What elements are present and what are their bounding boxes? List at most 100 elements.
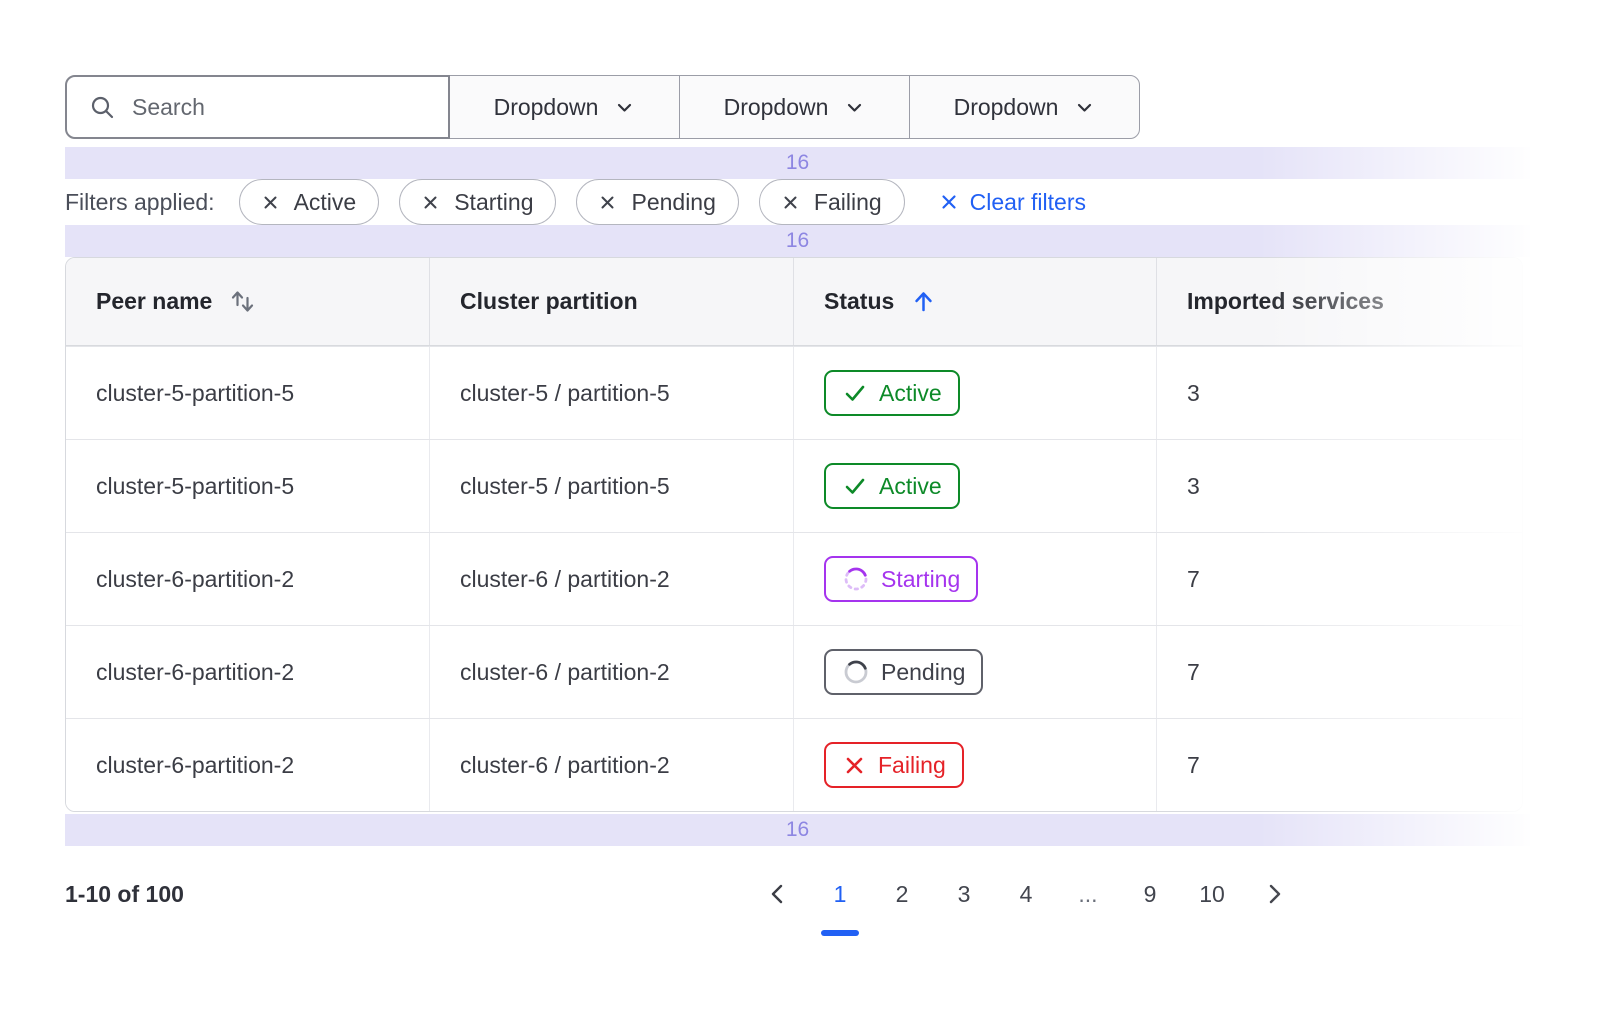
dropdown-label: Dropdown bbox=[954, 94, 1059, 121]
check-icon bbox=[842, 473, 868, 499]
column-header-peer-name[interactable]: Peer name bbox=[66, 258, 429, 345]
pagination-summary: 1-10 of 100 bbox=[65, 881, 184, 908]
search-icon bbox=[89, 94, 116, 121]
cell-imported-services: 3 bbox=[1156, 347, 1522, 439]
table-row: cluster-6-partition-2 cluster-6 / partit… bbox=[66, 718, 1522, 811]
pagination: 1-10 of 100 1 2 3 4 ... 9 10 bbox=[65, 872, 1305, 916]
filter-chip-pending[interactable]: Pending bbox=[576, 179, 738, 225]
spacing-annotation-label: 16 bbox=[786, 818, 809, 842]
sort-ascending-icon bbox=[910, 288, 937, 315]
remove-filter-icon[interactable] bbox=[422, 194, 439, 211]
page-button-1[interactable]: 1 bbox=[820, 874, 860, 914]
clear-filters-button[interactable]: Clear filters bbox=[939, 189, 1086, 216]
remove-filter-icon[interactable] bbox=[782, 194, 799, 211]
chevron-left-icon bbox=[765, 881, 791, 907]
page-button-10[interactable]: 10 bbox=[1192, 874, 1232, 914]
filters-applied-label: Filters applied: bbox=[65, 189, 215, 216]
status-badge-active: Active bbox=[824, 370, 960, 416]
cell-status: Active bbox=[793, 440, 1156, 532]
filter-chip-label: Failing bbox=[814, 189, 882, 216]
table-row: cluster-6-partition-2 cluster-6 / partit… bbox=[66, 532, 1522, 625]
cell-cluster-partition: cluster-6 / partition-2 bbox=[429, 626, 793, 718]
filter-chip-starting[interactable]: Starting bbox=[399, 179, 556, 225]
cell-peer-name: cluster-5-partition-5 bbox=[66, 440, 429, 532]
cell-status: Active bbox=[793, 347, 1156, 439]
dropdown-label: Dropdown bbox=[724, 94, 829, 121]
clear-filters-icon bbox=[939, 192, 959, 212]
table-row: cluster-6-partition-2 cluster-6 / partit… bbox=[66, 625, 1522, 718]
column-header-label: Peer name bbox=[96, 288, 212, 315]
column-header-imported-services[interactable]: Imported services bbox=[1156, 258, 1522, 345]
cell-imported-services: 3 bbox=[1156, 440, 1522, 532]
status-badge-label: Failing bbox=[878, 752, 946, 779]
dropdown-label: Dropdown bbox=[494, 94, 599, 121]
spinner-icon bbox=[842, 565, 870, 593]
chevron-right-icon bbox=[1261, 881, 1287, 907]
page-button-2[interactable]: 2 bbox=[882, 874, 922, 914]
column-header-label: Imported services bbox=[1187, 288, 1384, 315]
pagination-nav: 1 2 3 4 ... 9 10 bbox=[747, 874, 1305, 914]
page-button-3[interactable]: 3 bbox=[944, 874, 984, 914]
status-badge-label: Pending bbox=[881, 659, 965, 686]
next-page-button[interactable] bbox=[1254, 874, 1294, 914]
cell-imported-services: 7 bbox=[1156, 719, 1522, 811]
cell-imported-services: 7 bbox=[1156, 533, 1522, 625]
status-badge-label: Active bbox=[879, 473, 942, 500]
filter-chip-label: Pending bbox=[631, 189, 715, 216]
page-ellipsis: ... bbox=[1068, 874, 1108, 914]
cell-peer-name: cluster-5-partition-5 bbox=[66, 347, 429, 439]
remove-filter-icon[interactable] bbox=[262, 194, 279, 211]
table-row: cluster-5-partition-5 cluster-5 / partit… bbox=[66, 346, 1522, 439]
cell-cluster-partition: cluster-5 / partition-5 bbox=[429, 440, 793, 532]
chevron-down-icon bbox=[1074, 97, 1095, 118]
previous-page-button[interactable] bbox=[758, 874, 798, 914]
cell-status: Starting bbox=[793, 533, 1156, 625]
search-box[interactable] bbox=[65, 75, 450, 139]
status-badge-active: Active bbox=[824, 463, 960, 509]
filter-chip-failing[interactable]: Failing bbox=[759, 179, 905, 225]
status-badge-label: Active bbox=[879, 380, 942, 407]
page: Dropdown Dropdown Dropdown 16 bbox=[0, 0, 1618, 1010]
status-badge-pending: Pending bbox=[824, 649, 983, 695]
spacing-annotation: 16 bbox=[65, 814, 1530, 846]
filter-chip-active[interactable]: Active bbox=[239, 179, 380, 225]
chevron-down-icon bbox=[614, 97, 635, 118]
sort-unsorted-icon bbox=[228, 287, 257, 316]
dropdown-button-2[interactable]: Dropdown bbox=[679, 75, 910, 139]
spacing-annotation-label: 16 bbox=[786, 151, 809, 175]
page-button-9[interactable]: 9 bbox=[1130, 874, 1170, 914]
column-header-status[interactable]: Status bbox=[793, 258, 1156, 345]
search-input[interactable] bbox=[132, 94, 432, 121]
remove-filter-icon[interactable] bbox=[599, 194, 616, 211]
spacing-annotation: 16 bbox=[65, 225, 1530, 257]
cell-imported-services: 7 bbox=[1156, 626, 1522, 718]
table-header-row: Peer name Cluster partition Status Impor… bbox=[66, 258, 1522, 346]
cell-cluster-partition: cluster-6 / partition-2 bbox=[429, 719, 793, 811]
spacing-annotation: 16 bbox=[65, 147, 1530, 179]
clear-filters-label: Clear filters bbox=[970, 189, 1086, 216]
chevron-down-icon bbox=[844, 97, 865, 118]
cell-peer-name: cluster-6-partition-2 bbox=[66, 719, 429, 811]
column-header-cluster-partition[interactable]: Cluster partition bbox=[429, 258, 793, 345]
dropdown-button-3[interactable]: Dropdown bbox=[909, 75, 1140, 139]
column-header-label: Cluster partition bbox=[460, 288, 638, 315]
table-row: cluster-5-partition-5 cluster-5 / partit… bbox=[66, 439, 1522, 532]
x-icon bbox=[842, 753, 867, 778]
cell-status: Failing bbox=[793, 719, 1156, 811]
check-icon bbox=[842, 380, 868, 406]
spacing-annotation-label: 16 bbox=[786, 229, 809, 253]
cell-peer-name: cluster-6-partition-2 bbox=[66, 626, 429, 718]
cell-cluster-partition: cluster-6 / partition-2 bbox=[429, 533, 793, 625]
filter-chips: Active Starting Pending bbox=[239, 179, 905, 225]
status-badge-failing: Failing bbox=[824, 742, 964, 788]
page-button-4[interactable]: 4 bbox=[1006, 874, 1046, 914]
column-header-label: Status bbox=[824, 288, 894, 315]
cell-peer-name: cluster-6-partition-2 bbox=[66, 533, 429, 625]
status-badge-starting: Starting bbox=[824, 556, 978, 602]
filter-toolbar: Dropdown Dropdown Dropdown bbox=[65, 75, 1143, 139]
spinner-icon bbox=[842, 658, 870, 686]
filter-chip-label: Active bbox=[294, 189, 357, 216]
status-badge-label: Starting bbox=[881, 566, 960, 593]
dropdown-button-1[interactable]: Dropdown bbox=[449, 75, 680, 139]
peers-table: Peer name Cluster partition Status Impor… bbox=[65, 257, 1523, 812]
